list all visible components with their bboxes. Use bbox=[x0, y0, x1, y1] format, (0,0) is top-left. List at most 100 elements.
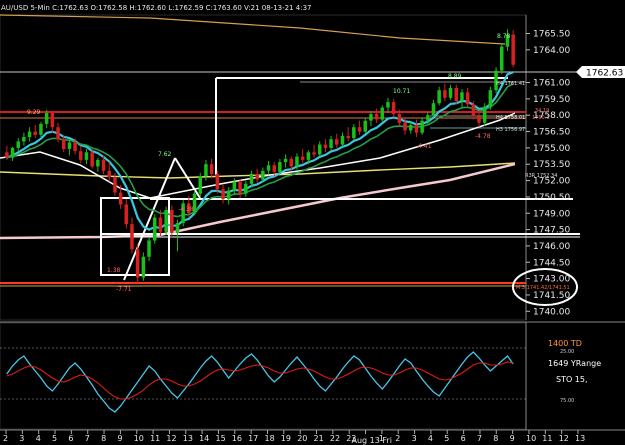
candle-body bbox=[113, 177, 117, 193]
candle-body bbox=[409, 125, 413, 131]
candle-body bbox=[482, 106, 487, 123]
candle-body bbox=[255, 174, 259, 180]
candle-body bbox=[16, 141, 20, 148]
candle-body bbox=[135, 249, 140, 278]
candle-body bbox=[477, 116, 481, 123]
time-tick-label: 9 bbox=[117, 434, 122, 443]
candle-body bbox=[278, 162, 282, 172]
candle-body bbox=[101, 159, 106, 171]
candle-body bbox=[511, 34, 515, 65]
candle-body bbox=[33, 131, 37, 135]
label-mid: 7.62 bbox=[158, 151, 172, 158]
candle-body bbox=[27, 131, 32, 137]
time-tick-label: 11 bbox=[150, 434, 160, 443]
candle-body bbox=[10, 147, 15, 158]
label-low2: -4.38 bbox=[178, 206, 194, 213]
candle-body bbox=[465, 92, 470, 105]
candle-body bbox=[369, 114, 373, 121]
time-tick-label: 13 bbox=[183, 434, 193, 443]
candle-body bbox=[67, 142, 72, 149]
candle-body bbox=[198, 176, 202, 194]
candle-body bbox=[357, 127, 362, 132]
time-tick-label: 20 bbox=[297, 434, 307, 443]
time-tick-label: 10 bbox=[526, 434, 536, 443]
price-tick-label: 1752.00 bbox=[533, 177, 570, 187]
candle-body bbox=[44, 113, 49, 124]
time-tick-label: 3 bbox=[412, 434, 417, 443]
price-tick-label: 1759.50 bbox=[533, 95, 570, 105]
label-right4: -4.41 bbox=[416, 143, 432, 150]
candle-body bbox=[164, 210, 168, 232]
chart-background bbox=[0, 0, 625, 445]
candle-body bbox=[329, 139, 333, 148]
candle-body bbox=[118, 192, 123, 205]
candle-body bbox=[244, 183, 248, 194]
candle-body bbox=[153, 217, 157, 241]
time-tick-label: 6 bbox=[68, 434, 73, 443]
candle-body bbox=[454, 88, 458, 102]
label-high: 8.78 bbox=[497, 33, 511, 40]
candle-body bbox=[386, 102, 390, 108]
candle-body bbox=[443, 90, 447, 98]
time-tick-label: 12 bbox=[166, 434, 176, 443]
current-price-label: 1762.63 bbox=[586, 69, 623, 79]
candle-body bbox=[352, 127, 356, 139]
time-tick-label: 19 bbox=[281, 434, 291, 443]
price-tick-label: 1761.00 bbox=[533, 79, 570, 89]
time-tick-label: Aug 13 Fri bbox=[352, 436, 392, 445]
price-tick-label: 1749.00 bbox=[533, 209, 570, 219]
candle-body bbox=[39, 123, 43, 135]
price-tick-label: 1741.50 bbox=[533, 291, 570, 301]
candle-body bbox=[306, 152, 311, 160]
price-tick-label: 1753.50 bbox=[533, 160, 570, 170]
time-tick-label: 2 bbox=[395, 434, 400, 443]
candle-body bbox=[261, 170, 265, 180]
candle-body bbox=[460, 92, 464, 101]
label-low3: 1.38 bbox=[107, 267, 121, 274]
time-tick-label: 7 bbox=[477, 434, 482, 443]
candle-body bbox=[22, 137, 26, 142]
candle-body bbox=[79, 151, 83, 160]
candle-body bbox=[397, 114, 402, 123]
candle-body bbox=[414, 125, 419, 133]
price-tick-label: 1746.00 bbox=[533, 242, 570, 252]
candle-body bbox=[437, 90, 441, 104]
candle-body bbox=[374, 114, 379, 120]
indicator-tick-top: 25.00 bbox=[560, 349, 574, 355]
candle-body bbox=[420, 120, 424, 133]
label-h4: H4 1761.41 bbox=[496, 81, 525, 87]
candle-body bbox=[289, 158, 293, 167]
indicator-label-yrange: 1649 YRange bbox=[548, 359, 601, 368]
candle-body bbox=[209, 164, 214, 174]
candle-body bbox=[346, 135, 350, 139]
time-tick-label: 18 bbox=[265, 434, 275, 443]
candle-body bbox=[141, 256, 146, 278]
candle-body bbox=[226, 190, 231, 200]
time-tick-label: 4 bbox=[36, 434, 41, 443]
candle-body bbox=[426, 115, 430, 121]
time-tick-label: 13 bbox=[575, 434, 585, 443]
candle-body bbox=[448, 88, 453, 98]
candle-body bbox=[500, 46, 504, 71]
time-tick-label: 9 bbox=[510, 434, 515, 443]
candle-body bbox=[56, 127, 60, 140]
candle-body bbox=[295, 156, 299, 167]
time-tick-label: 5 bbox=[52, 434, 57, 443]
candle-body bbox=[96, 159, 100, 167]
time-tick-label: 15 bbox=[216, 434, 226, 443]
candle-body bbox=[488, 90, 493, 107]
candle-body bbox=[431, 103, 436, 116]
label-left: 9.29 bbox=[27, 109, 41, 116]
time-tick-label: 1 bbox=[379, 434, 384, 443]
indicator-label-sto: STO 15, bbox=[556, 375, 588, 384]
candle-body bbox=[266, 165, 271, 171]
candle-body bbox=[300, 156, 305, 160]
candle-body bbox=[221, 189, 225, 200]
candle-body bbox=[232, 181, 237, 191]
candle-body bbox=[158, 217, 163, 232]
candle-body bbox=[272, 165, 276, 172]
price-tick-label: 1744.50 bbox=[533, 258, 570, 268]
price-tick-label: 1765.50 bbox=[533, 30, 570, 40]
candle-body bbox=[130, 224, 134, 250]
trading-chart: AU/USD 5-Min C:1762.63 O:1762.58 H:1762.… bbox=[0, 0, 625, 445]
